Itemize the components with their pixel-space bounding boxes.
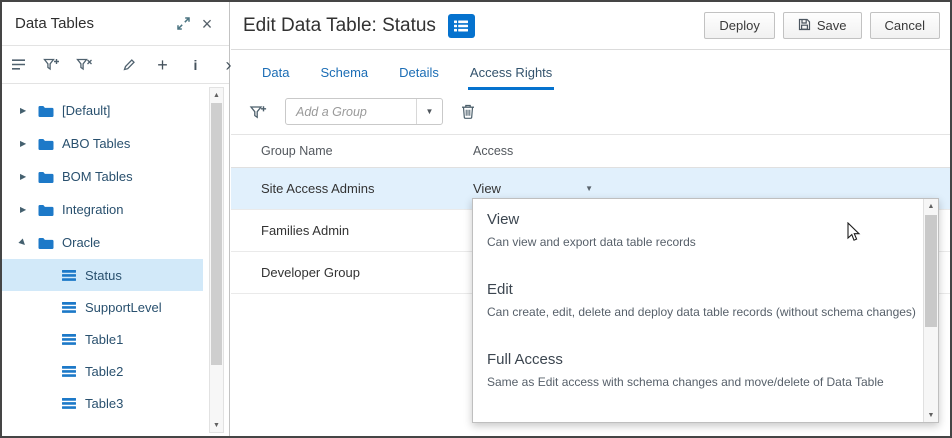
data-table-icon (62, 334, 76, 345)
scrollbar-thumb[interactable] (211, 103, 222, 365)
tree-item-label: Table1 (85, 332, 123, 347)
expand-twisty-icon[interactable]: ▶ (20, 172, 38, 181)
data-table-badge-icon (448, 14, 475, 38)
access-level-dropdown: View Can view and export data table reco… (472, 198, 939, 423)
tree-item-integration[interactable]: ▶ Integration (2, 193, 203, 226)
tree-item-table2[interactable]: Table2 (2, 355, 203, 387)
group-name-cell: Developer Group (261, 265, 473, 280)
group-name-cell: Site Access Admins (261, 181, 473, 196)
tree-item-oracle[interactable]: ▶ Oracle (2, 226, 203, 259)
edit-icon[interactable] (121, 55, 138, 75)
tree-item-abo-tables[interactable]: ▶ ABO Tables (2, 127, 203, 160)
tree-item-status[interactable]: Status (2, 259, 203, 291)
dropdown-option-edit[interactable]: Edit Can create, edit, delete and deploy… (473, 269, 938, 339)
tree-item-label: BOM Tables (62, 169, 133, 184)
dropdown-option-view[interactable]: View Can view and export data table reco… (473, 199, 938, 269)
scroll-down-icon[interactable]: ▼ (210, 418, 223, 432)
tree-item-bom-tables[interactable]: ▶ BOM Tables (2, 160, 203, 193)
data-table-icon (62, 398, 76, 409)
tree-item-label: [Default] (62, 103, 110, 118)
sidebar-scrollbar[interactable]: ▲ ▼ (209, 87, 224, 433)
scroll-down-icon[interactable]: ▼ (924, 408, 938, 422)
tree-item-label: Oracle (62, 235, 100, 250)
tree-item-label: Table3 (85, 396, 123, 411)
dropdown-option-full-access[interactable]: Full Access Same as Edit access with sch… (473, 339, 938, 409)
tab-schema[interactable]: Schema (318, 65, 370, 90)
scroll-up-icon[interactable]: ▲ (924, 199, 938, 213)
tree-item-default[interactable]: ▶ [Default] (2, 94, 203, 127)
combobox-dropdown-icon[interactable]: ▼ (416, 99, 442, 124)
close-panel-icon[interactable]: × (195, 12, 219, 36)
filter-add-icon[interactable] (43, 55, 60, 75)
tab-bar: Data Schema Details Access Rights (231, 50, 950, 90)
tree-toolbar: + i › (2, 46, 229, 84)
folder-icon (38, 105, 54, 117)
dropdown-scrollbar[interactable]: ▲ ▼ (923, 199, 938, 422)
expand-twisty-icon[interactable]: ▶ (20, 205, 38, 214)
expand-twisty-icon[interactable]: ▶ (20, 106, 38, 115)
folder-icon (38, 138, 54, 150)
tree-item-label: Status (85, 268, 122, 283)
folder-icon (38, 237, 54, 249)
deploy-button[interactable]: Deploy (704, 12, 774, 39)
option-title: Edit (487, 281, 908, 298)
scroll-up-icon[interactable]: ▲ (210, 88, 223, 102)
group-name-cell: Families Admin (261, 223, 473, 238)
expand-panel-icon[interactable] (171, 12, 195, 36)
data-tables-panel: Data Tables × + i › ▶ (2, 2, 230, 436)
tree-item-table1[interactable]: Table1 (2, 323, 203, 355)
table-header-row: Group Name Access (231, 135, 950, 168)
expand-twisty-icon[interactable]: ▶ (20, 139, 38, 148)
option-description: Same as Edit access with schema changes … (487, 375, 908, 389)
add-group-combobox[interactable]: Add a Group ▼ (285, 98, 443, 125)
add-icon[interactable]: + (154, 55, 171, 75)
page-title: Edit Data Table: Status (243, 15, 436, 37)
collapse-twisty-icon[interactable]: ▶ (20, 238, 38, 247)
save-icon (798, 18, 811, 34)
data-tables-tree: ▶ [Default] ▶ ABO Tables ▶ BOM Tables (2, 84, 229, 419)
column-header-group-name[interactable]: Group Name (261, 144, 473, 158)
data-table-icon (62, 302, 76, 313)
option-description: Can create, edit, delete and deploy data… (487, 305, 908, 319)
cancel-button[interactable]: Cancel (870, 12, 940, 39)
access-value: View (473, 181, 501, 196)
panel-title: Data Tables (15, 15, 171, 32)
folder-icon (38, 204, 54, 216)
folder-icon (38, 171, 54, 183)
main-header: Edit Data Table: Status Deploy Save Canc… (231, 2, 950, 50)
info-icon[interactable]: i (187, 55, 204, 75)
tab-access-rights[interactable]: Access Rights (468, 65, 554, 90)
tab-data[interactable]: Data (260, 65, 291, 90)
list-view-icon[interactable] (10, 55, 27, 75)
tree-item-supportlevel[interactable]: SupportLevel (2, 291, 203, 323)
delete-group-icon[interactable] (461, 104, 475, 120)
tree-item-label: Table2 (85, 364, 123, 379)
option-description: Can view and export data table records (487, 235, 908, 249)
tree-item-label: Integration (62, 202, 123, 217)
column-header-access[interactable]: Access (473, 144, 950, 158)
tree-item-label: SupportLevel (85, 300, 162, 315)
app-window: Data Tables × + i › ▶ (0, 0, 952, 438)
data-table-icon (62, 366, 76, 377)
dropdown-caret-icon[interactable]: ▼ (585, 184, 593, 193)
data-table-icon (62, 270, 76, 281)
option-title: View (487, 211, 908, 228)
tree-item-table3[interactable]: Table3 (2, 387, 203, 419)
save-button[interactable]: Save (783, 12, 862, 39)
add-group-placeholder: Add a Group (286, 105, 416, 119)
access-dropdown-cell[interactable]: View ▼ (473, 181, 593, 196)
save-button-label: Save (817, 18, 847, 33)
tree-item-label: ABO Tables (62, 136, 130, 151)
scrollbar-thumb[interactable] (925, 215, 937, 327)
filter-clear-icon[interactable] (76, 55, 93, 75)
filter-add-icon[interactable] (249, 104, 267, 120)
panel-header: Data Tables × (2, 2, 229, 46)
group-toolbar: Add a Group ▼ (231, 90, 950, 135)
option-title: Full Access (487, 351, 908, 368)
tab-details[interactable]: Details (397, 65, 441, 90)
